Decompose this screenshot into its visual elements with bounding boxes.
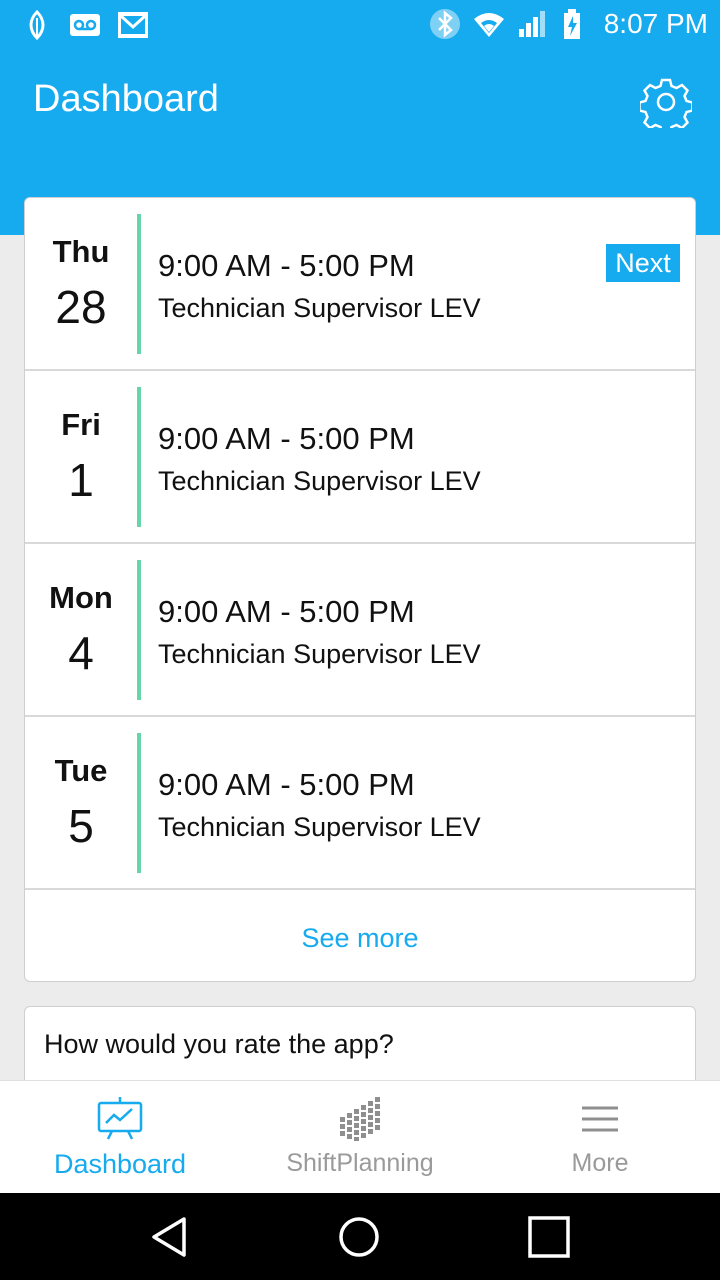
shift-day-number: 4: [68, 627, 94, 679]
shift-time: 9:00 AM - 5:00 PM: [158, 248, 415, 283]
wifi-icon: [473, 13, 504, 37]
shift-time: 9:00 AM - 5:00 PM: [158, 421, 415, 456]
nav-more-label: More: [571, 1149, 629, 1177]
shift-accent-bar: [137, 214, 141, 354]
shift-weekday: Mon: [49, 580, 113, 615]
shift-accent-bar: [137, 560, 141, 700]
shift-day-number: 5: [68, 800, 94, 852]
battery-charging-icon: [563, 9, 580, 39]
page-title: Dashboard: [33, 78, 219, 120]
shiftplanning-grid-icon: [340, 1097, 380, 1141]
shift-date: Fri 1: [25, 371, 137, 542]
settings-button[interactable]: [638, 76, 694, 135]
shift-day-number: 28: [55, 281, 107, 333]
shift-role: Technician Supervisor LEV: [158, 293, 481, 323]
system-status-icons: 8:07 PM: [428, 6, 708, 42]
nav-more[interactable]: More: [480, 1081, 720, 1194]
rate-question: How would you rate the app?: [44, 1029, 394, 1059]
upcoming-shifts-card: Thu 28 9:00 AM - 5:00 PM Technician Supe…: [24, 197, 696, 982]
shift-date: Mon 4: [25, 544, 137, 715]
nav-shiftplanning-label: ShiftPlanning: [286, 1149, 434, 1177]
recents-icon[interactable]: [525, 1213, 573, 1261]
voicemail-icon: [70, 14, 100, 36]
shift-weekday: Fri: [61, 407, 101, 442]
home-icon[interactable]: [335, 1213, 383, 1261]
nav-dashboard[interactable]: Dashboard: [0, 1081, 240, 1194]
gmail-icon: [118, 12, 148, 38]
nav-shiftplanning[interactable]: ShiftPlanning: [240, 1081, 480, 1194]
shift-date: Tue 5: [25, 717, 137, 888]
nav-dashboard-label: Dashboard: [53, 1149, 187, 1179]
shift-role: Technician Supervisor LEV: [158, 812, 481, 842]
shift-row[interactable]: Thu 28 9:00 AM - 5:00 PM Technician Supe…: [25, 198, 695, 371]
notification-icons: [20, 8, 150, 42]
shift-role: Technician Supervisor LEV: [158, 466, 481, 496]
dashboard-chart-icon: [97, 1097, 143, 1140]
leaf-icon: [29, 9, 45, 41]
shift-row[interactable]: Tue 5 9:00 AM - 5:00 PM Technician Super…: [25, 717, 695, 890]
menu-icon: [582, 1106, 618, 1132]
bluetooth-icon: [429, 9, 460, 39]
gear-icon: [638, 78, 694, 135]
shift-time: 9:00 AM - 5:00 PM: [158, 594, 415, 629]
back-icon[interactable]: [146, 1213, 194, 1261]
shift-row[interactable]: Fri 1 9:00 AM - 5:00 PM Technician Super…: [25, 371, 695, 544]
system-nav-bar: [0, 1193, 720, 1280]
clock: 8:07 PM: [603, 8, 708, 39]
signal-icon: [518, 11, 545, 37]
shift-role: Technician Supervisor LEV: [158, 639, 481, 669]
shift-date: Thu 28: [25, 198, 137, 369]
shift-accent-bar: [137, 733, 141, 873]
shift-day-number: 1: [68, 454, 94, 506]
shift-weekday: Thu: [52, 234, 110, 269]
see-more-link[interactable]: See more: [25, 890, 695, 981]
status-bar: 8:07 PM: [0, 0, 720, 48]
bottom-nav: Dashboard ShiftPlanning More: [0, 1080, 720, 1194]
next-badge: Next: [606, 244, 680, 282]
shift-row[interactable]: Mon 4 9:00 AM - 5:00 PM Technician Super…: [25, 544, 695, 717]
shift-weekday: Tue: [54, 753, 108, 788]
shift-accent-bar: [137, 387, 141, 527]
shift-time: 9:00 AM - 5:00 PM: [158, 767, 415, 802]
